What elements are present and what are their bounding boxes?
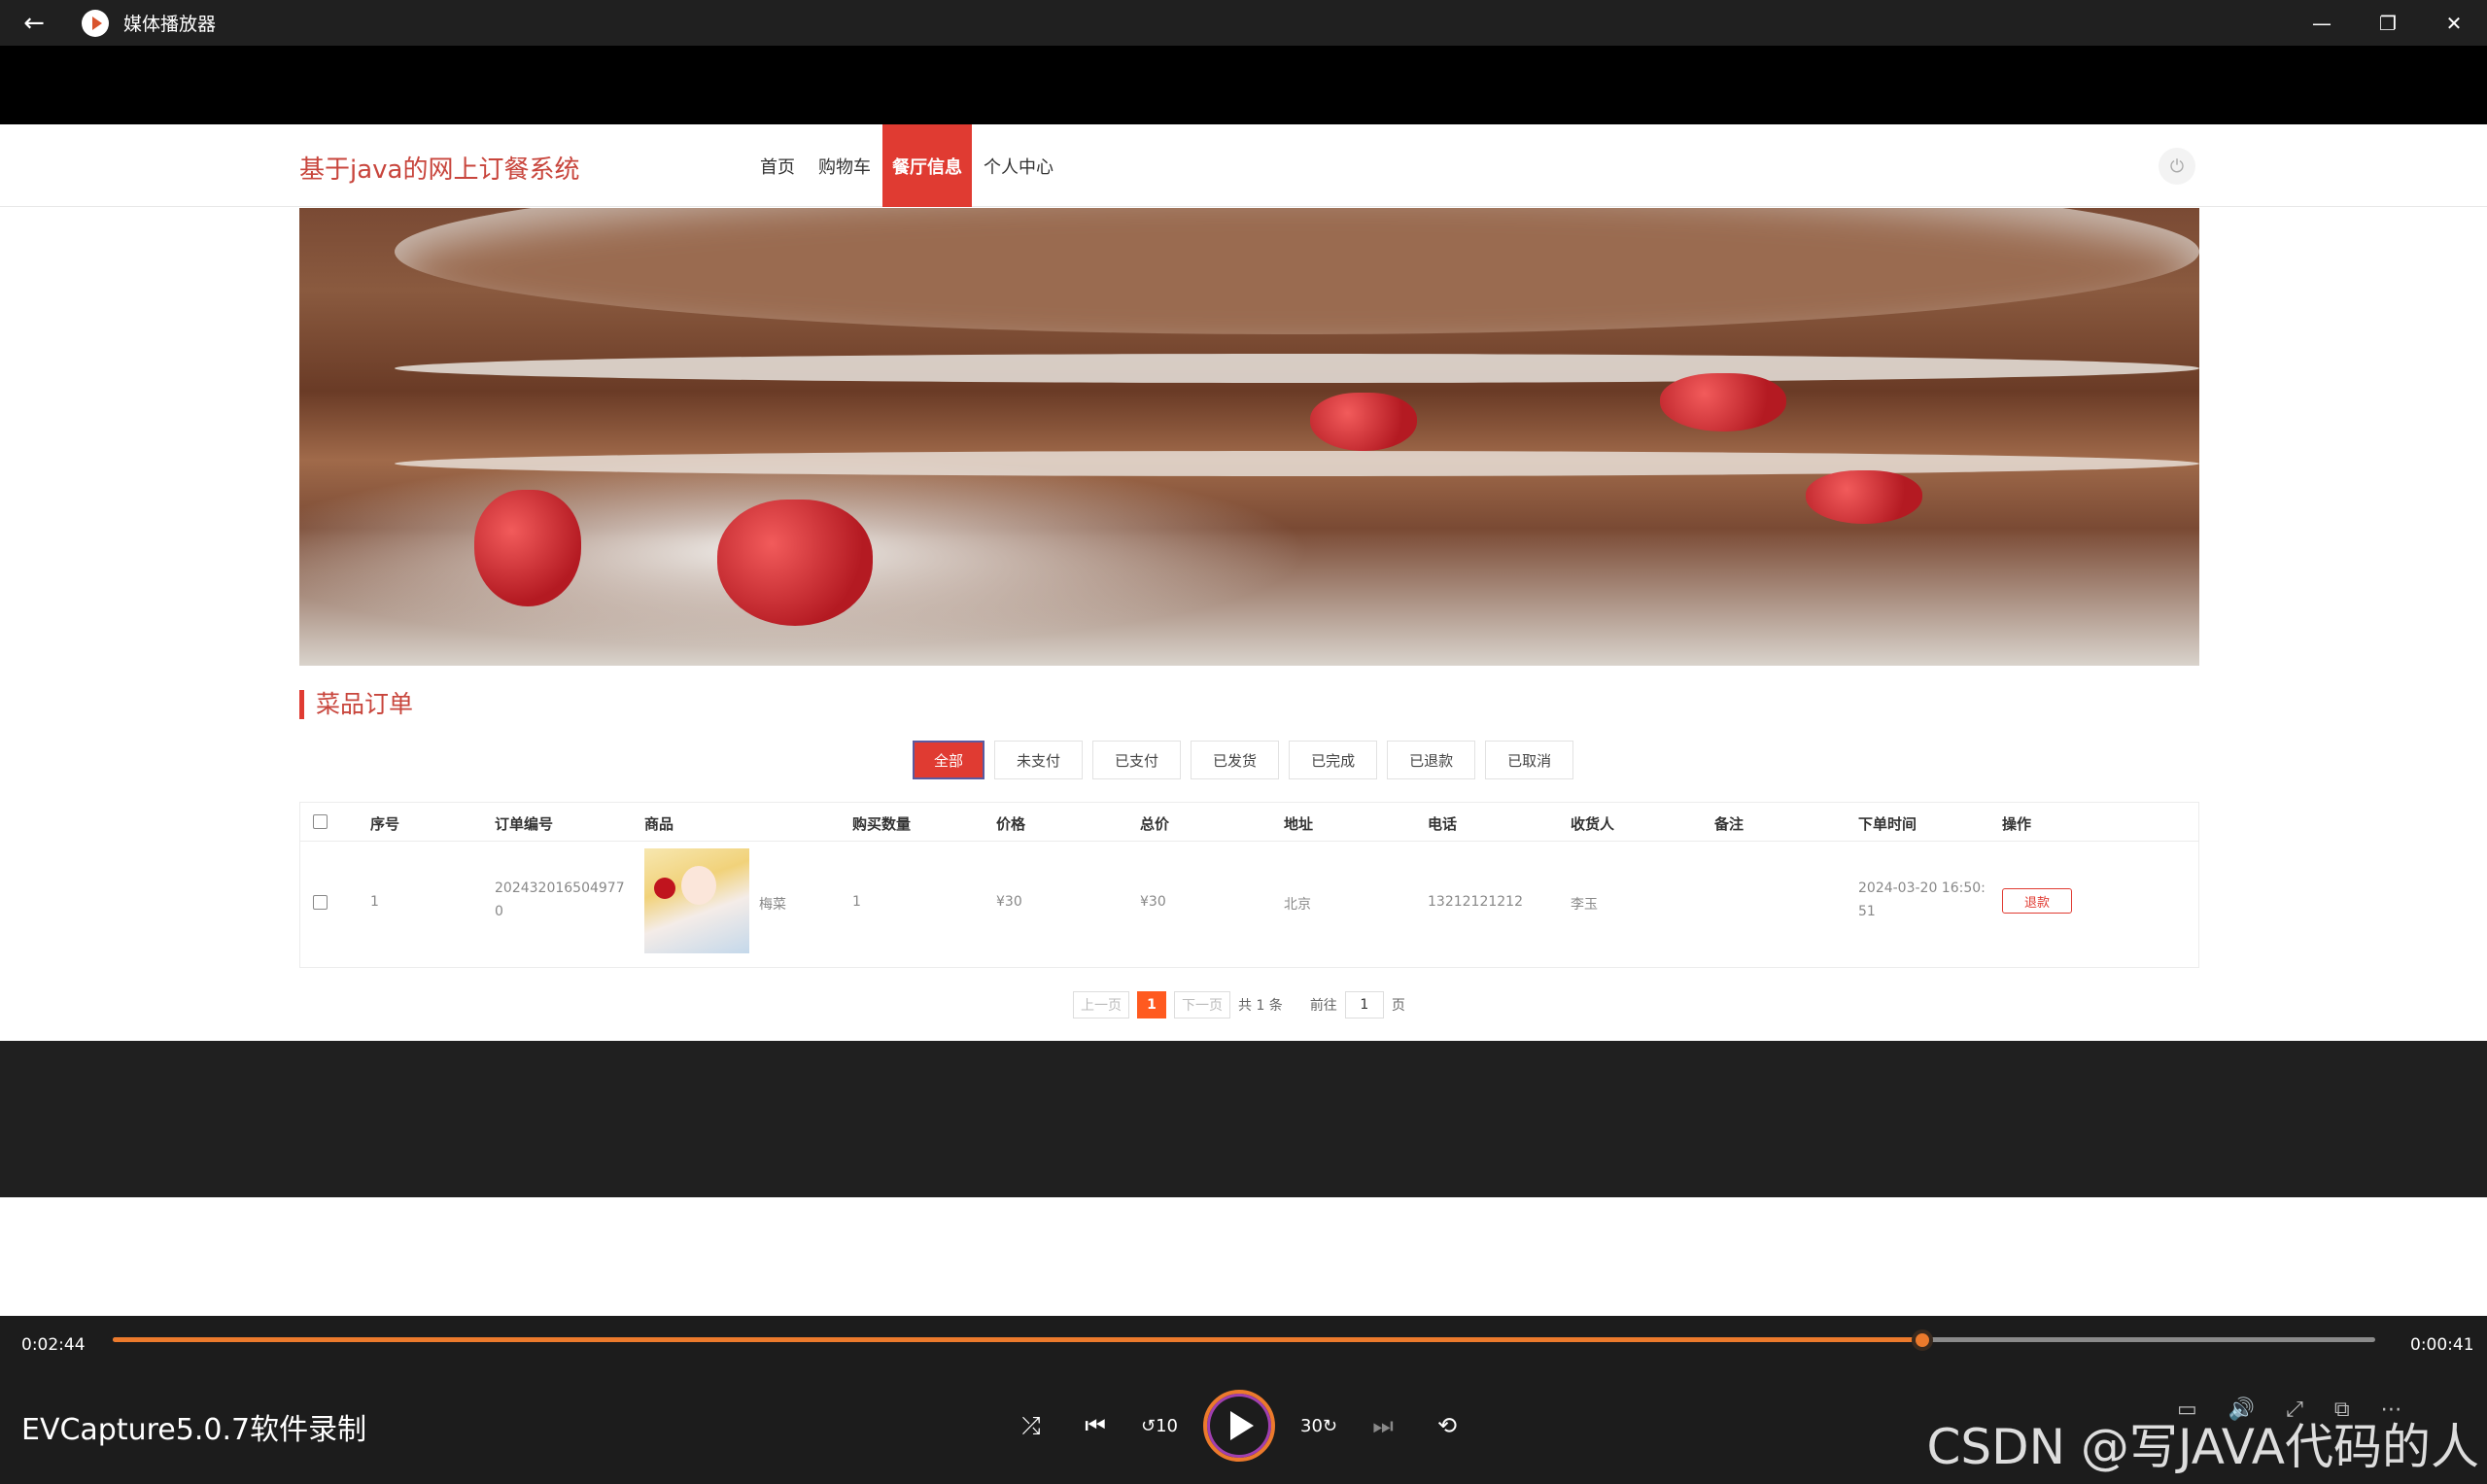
- video-letterbox-top: [0, 46, 2487, 124]
- window-titlebar: ← 媒体播放器 — ❐ ✕: [0, 0, 2487, 46]
- filter-refunded[interactable]: 已退款: [1387, 741, 1476, 779]
- cell-price: ¥30: [996, 894, 1022, 910]
- th-order-time: 下单时间: [1858, 815, 1917, 833]
- th-quantity: 购买数量: [852, 815, 912, 833]
- cell-quantity: 1: [852, 894, 861, 910]
- cell-index: 1: [370, 894, 379, 910]
- media-player-app-icon: [82, 9, 109, 37]
- nav-home[interactable]: 首页: [748, 124, 807, 207]
- playback-controls: ⤮ ⏮ ↺10 30↻ ⏭ ⟲: [1011, 1390, 1468, 1462]
- nav-restaurant-info[interactable]: 餐厅信息: [882, 124, 972, 207]
- cell-address: 北京: [1284, 897, 1311, 913]
- row-checkbox[interactable]: [313, 895, 328, 910]
- th-phone: 电话: [1428, 815, 1458, 833]
- cell-phone: 13212121212: [1428, 894, 1523, 910]
- orders-table: 序号 订单编号 商品 购买数量 价格 总价 地址 电话 收货人 备注 下单时间 …: [299, 802, 2199, 968]
- select-all-checkbox[interactable]: [313, 814, 328, 829]
- th-address: 地址: [1284, 815, 1314, 833]
- video-area-bottom: [0, 1197, 2487, 1316]
- nav-user-center[interactable]: 个人中心: [972, 124, 1065, 207]
- banner-image-cake: [299, 208, 2199, 666]
- cell-order-time: 2024-03-20 16:50:: [1858, 880, 1986, 896]
- rewind-10-icon[interactable]: ↺10: [1139, 1405, 1180, 1446]
- video-letterbox-bottom: [0, 1041, 2487, 1197]
- csdn-watermark: CSDN @写JAVA代码的人: [1926, 1419, 2479, 1475]
- web-page: 基于java的网上订餐系统 首页 购物车 餐厅信息 个人中心 ⏻ 菜品订单 全部…: [0, 124, 2487, 1041]
- remaining-time: 0:00:41: [2410, 1335, 2474, 1355]
- repeat-off-icon[interactable]: ⟲: [1427, 1405, 1468, 1446]
- seek-bar[interactable]: [113, 1329, 2375, 1351]
- media-title: EVCapture5.0.7软件录制: [21, 1413, 367, 1447]
- site-navbar: 基于java的网上订餐系统 首页 购物车 餐厅信息 个人中心 ⏻: [0, 124, 2487, 207]
- next-track-icon[interactable]: ⏭: [1363, 1405, 1403, 1446]
- forward-30-icon[interactable]: 30↻: [1298, 1405, 1339, 1446]
- total-count: 共 1 条: [1238, 998, 1283, 1014]
- goto-page-input[interactable]: 1: [1344, 991, 1384, 1018]
- product-thumbnail: [644, 848, 749, 953]
- filter-shipped[interactable]: 已发货: [1191, 741, 1280, 779]
- page-number-current[interactable]: 1: [1137, 991, 1166, 1018]
- site-brand[interactable]: 基于java的网上订餐系统: [299, 150, 579, 186]
- th-action: 操作: [2002, 815, 2032, 833]
- cell-order-time-cont: 51: [1858, 904, 1876, 919]
- restore-icon[interactable]: ❐: [2355, 0, 2421, 46]
- refund-button[interactable]: 退款: [2002, 888, 2072, 914]
- th-receiver: 收货人: [1571, 815, 1615, 833]
- goto-label: 前往: [1309, 998, 1337, 1014]
- seek-bar-progress: [113, 1337, 1923, 1342]
- th-total: 总价: [1140, 815, 1170, 833]
- section-title-orders: 菜品订单: [299, 690, 413, 719]
- filter-unpaid[interactable]: 未支付: [994, 741, 1084, 779]
- order-status-filters: 全部 未支付 已支付 已发货 已完成 已退款 已取消: [913, 741, 1574, 779]
- th-index: 序号: [370, 815, 400, 833]
- seek-thumb[interactable]: [1912, 1329, 1934, 1351]
- window-title: 媒体播放器: [123, 14, 217, 35]
- cell-order-no: 202432016504977: [495, 880, 625, 896]
- shuffle-icon[interactable]: ⤮: [1011, 1405, 1052, 1446]
- cell-order-no-cont: 0: [495, 904, 503, 919]
- filter-cancelled[interactable]: 已取消: [1485, 741, 1574, 779]
- previous-track-icon[interactable]: ⏮: [1075, 1405, 1116, 1446]
- th-note: 备注: [1714, 815, 1744, 833]
- cell-receiver: 李玉: [1571, 897, 1598, 913]
- nav-cart[interactable]: 购物车: [807, 124, 882, 207]
- filter-completed[interactable]: 已完成: [1289, 741, 1378, 779]
- media-player-controls: 0:02:44 0:00:41 EVCapture5.0.7软件录制 ⤮ ⏮ ↺…: [0, 1316, 2487, 1484]
- current-time: 0:02:44: [21, 1335, 86, 1355]
- table-header: 序号 订单编号 商品 购买数量 价格 总价 地址 电话 收货人 备注 下单时间 …: [300, 803, 2198, 842]
- th-price: 价格: [996, 815, 1026, 833]
- close-icon[interactable]: ✕: [2421, 0, 2487, 46]
- minimize-icon[interactable]: —: [2289, 0, 2355, 46]
- cell-product-name: 梅菜: [759, 897, 786, 913]
- prev-page-button[interactable]: 上一页: [1073, 991, 1129, 1018]
- play-button[interactable]: [1203, 1390, 1275, 1462]
- page-unit-label: 页: [1391, 998, 1405, 1014]
- back-arrow-icon[interactable]: ←: [0, 0, 68, 46]
- next-page-button[interactable]: 下一页: [1174, 991, 1230, 1018]
- play-icon: [1230, 1411, 1254, 1440]
- th-product: 商品: [644, 815, 674, 833]
- main-nav: 首页 购物车 餐厅信息 个人中心: [748, 124, 1065, 207]
- cell-total: ¥30: [1140, 894, 1166, 910]
- th-order-no: 订单编号: [495, 815, 554, 833]
- filter-all[interactable]: 全部: [913, 741, 985, 779]
- filter-paid[interactable]: 已支付: [1092, 741, 1182, 779]
- pagination: 上一页 1 下一页 共 1 条 前往 1 页: [1073, 991, 1405, 1018]
- logout-power-icon[interactable]: ⏻: [2159, 148, 2195, 185]
